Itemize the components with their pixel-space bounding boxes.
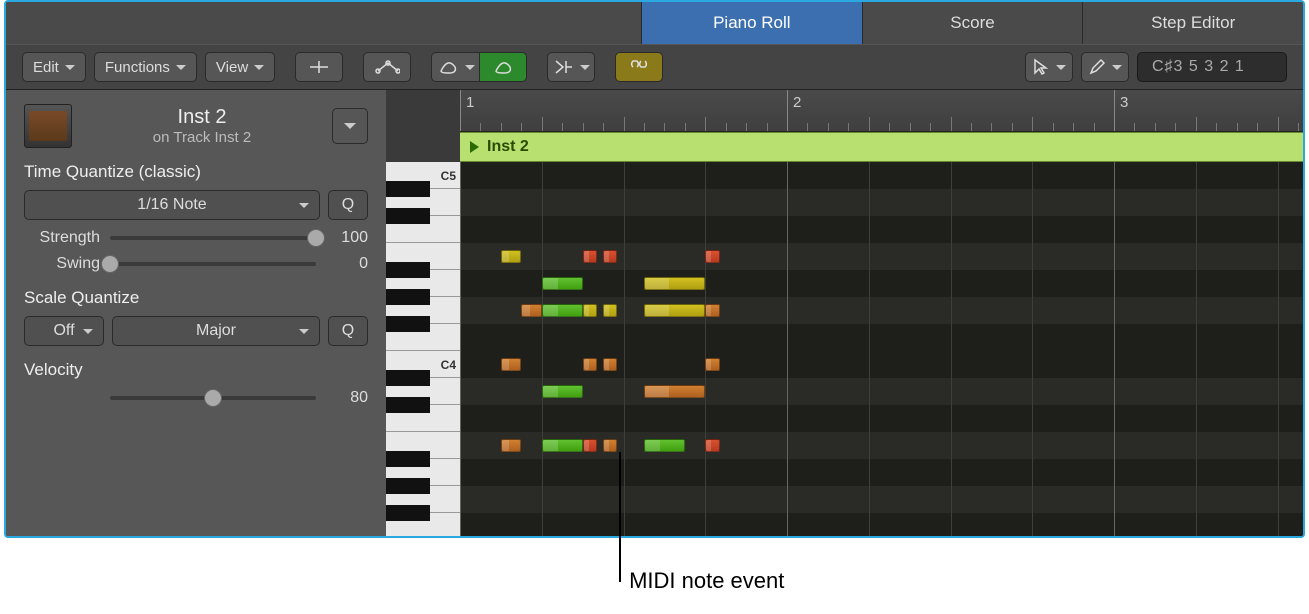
scale-root-select[interactable]: Off [24,316,104,346]
track-subtitle: on Track Inst 2 [86,129,318,146]
inspector-panel: Inst 2 on Track Inst 2 Time Quantize (cl… [6,90,386,536]
midi-note[interactable] [644,385,705,398]
pointer-icon [1032,58,1050,76]
catch-icon [308,59,330,75]
midi-note[interactable] [705,358,719,371]
piano-keyboard[interactable]: C5C4 [386,162,460,536]
instrument-icon [24,104,72,148]
midi-note[interactable] [705,304,719,317]
pencil-icon [1088,58,1106,76]
scale-quantize-button[interactable]: Q [328,316,368,346]
midi-note[interactable] [603,250,617,263]
edit-menu[interactable]: Edit [22,52,86,82]
curve-icon [374,59,400,75]
midi-note[interactable] [705,250,719,263]
chevron-down-icon [65,65,75,70]
time-quantize-title: Time Quantize (classic) [24,162,368,182]
region-color-button[interactable] [431,52,479,82]
chevron-down-icon [83,329,93,334]
midi-note[interactable] [705,439,719,452]
annotation-line [619,452,621,582]
midi-note[interactable] [603,439,617,452]
midi-note[interactable] [542,385,583,398]
velocity-color-button[interactable] [479,52,527,82]
scale-mode-select[interactable]: Major [112,316,320,346]
link-button[interactable] [615,52,663,82]
catch-playhead-button[interactable] [295,52,343,82]
swing-slider[interactable] [110,254,316,274]
annotation-text: MIDI note event [629,568,784,594]
midi-note[interactable] [644,439,685,452]
midi-note[interactable] [542,277,583,290]
note-grid[interactable] [460,162,1303,536]
palette-icon [492,59,514,75]
midi-note[interactable] [501,250,521,263]
inspector-disclosure-button[interactable] [332,108,368,144]
strength-slider[interactable] [110,228,316,248]
chevron-down-icon [176,65,186,70]
chevron-down-icon [465,65,475,70]
color-mode-group [431,52,527,82]
midi-note[interactable] [542,304,583,317]
region-name: Inst 2 [487,138,529,156]
chevron-down-icon [580,65,590,70]
velocity-value: 80 [326,389,368,407]
tab-step-editor[interactable]: Step Editor [1082,2,1303,44]
track-name: Inst 2 [86,106,318,129]
midi-note[interactable] [583,358,597,371]
tab-score[interactable]: Score [862,2,1083,44]
midi-note[interactable] [644,304,705,317]
midi-note[interactable] [583,250,597,263]
collapse-icon [552,59,574,75]
chevron-down-icon [299,203,309,208]
palette-icon [437,59,459,75]
midi-note[interactable] [583,304,597,317]
chevron-down-icon [1112,65,1122,70]
strength-label: Strength [24,229,100,247]
info-display: C♯3 5 3 2 1 [1137,52,1287,82]
play-icon [470,141,479,153]
pencil-tool[interactable] [1081,52,1129,82]
chevron-down-icon [254,65,264,70]
chevron-down-icon [1056,65,1066,70]
midi-note[interactable] [583,439,597,452]
automation-curve-button[interactable] [363,52,411,82]
quantize-button[interactable]: Q [328,190,368,220]
track-header: Inst 2 on Track Inst 2 [24,104,368,148]
tab-piano-roll[interactable]: Piano Roll [641,2,862,44]
region-header[interactable]: Inst 2 [460,132,1303,162]
editor-tabs: Piano Roll Score Step Editor [6,2,1303,44]
bar-ruler[interactable]: 123 [460,90,1303,132]
pointer-tool[interactable] [1025,52,1073,82]
velocity-title: Velocity [24,360,368,380]
time-quantize-select[interactable]: 1/16 Note [24,190,320,220]
chevron-down-icon [344,123,356,129]
piano-roll-window: Piano Roll Score Step Editor Edit Functi… [4,0,1305,538]
midi-note[interactable] [542,439,583,452]
midi-note[interactable] [521,304,541,317]
swing-label: Swing [24,255,100,273]
midi-note[interactable] [644,277,705,290]
midi-note[interactable] [501,358,521,371]
velocity-slider[interactable] [110,388,316,408]
scale-quantize-title: Scale Quantize [24,288,368,308]
toolbar: Edit Functions View [6,44,1303,90]
midi-note[interactable] [603,358,617,371]
swing-value: 0 [326,255,368,273]
view-menu[interactable]: View [205,52,275,82]
collapse-notes-button[interactable] [547,52,595,82]
chevron-down-icon [299,329,309,334]
midi-note[interactable] [603,304,617,317]
functions-menu[interactable]: Functions [94,52,197,82]
link-icon [627,59,651,75]
strength-value: 100 [326,229,368,247]
midi-note[interactable] [501,439,521,452]
